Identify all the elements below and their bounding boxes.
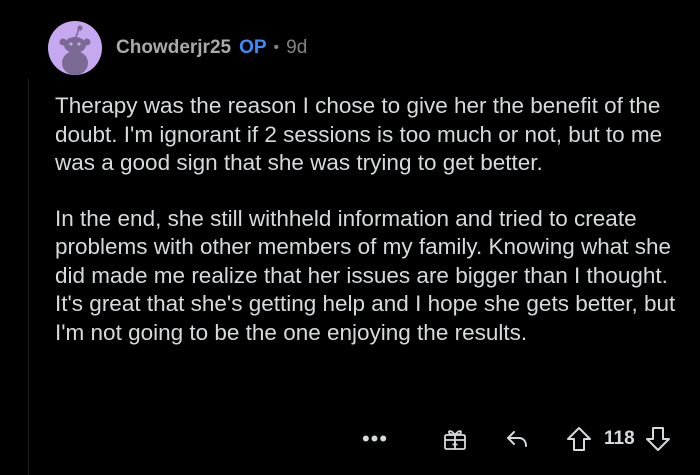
downvote-icon [645, 427, 670, 451]
snoo-avatar-icon [59, 25, 91, 75]
upvote-button[interactable] [566, 426, 592, 452]
op-badge: OP [239, 37, 267, 58]
more-options-button[interactable]: ••• [360, 426, 390, 451]
comment-meta: Chowderjr25 OP • 9d [116, 36, 307, 60]
award-icon [444, 430, 466, 450]
vote-score: 118 [604, 428, 635, 449]
comment-paragraph-2: In the end, she still withheld informati… [55, 205, 676, 345]
comment-actions: ••• 118 [360, 424, 671, 454]
upvote-icon [567, 427, 591, 451]
comment-header: Chowderjr25 OP • 9d [48, 20, 307, 76]
more-options-icon: ••• [361, 426, 389, 451]
thread-line[interactable] [28, 78, 29, 475]
username-link[interactable]: Chowderjr25 [116, 36, 231, 60]
avatar[interactable] [48, 21, 102, 75]
comment-age: 9d [286, 37, 308, 58]
award-button[interactable] [442, 426, 468, 452]
reply-icon [507, 431, 527, 447]
reply-button[interactable] [504, 427, 530, 451]
downvote-button[interactable] [645, 426, 671, 452]
comment: Chowderjr25 OP • 9d Therapy was the reas… [0, 0, 700, 475]
comment-body: Therapy was the reason I chose to give h… [55, 92, 680, 347]
meta-separator: • [273, 39, 280, 56]
comment-paragraph-1: Therapy was the reason I chose to give h… [55, 93, 663, 175]
